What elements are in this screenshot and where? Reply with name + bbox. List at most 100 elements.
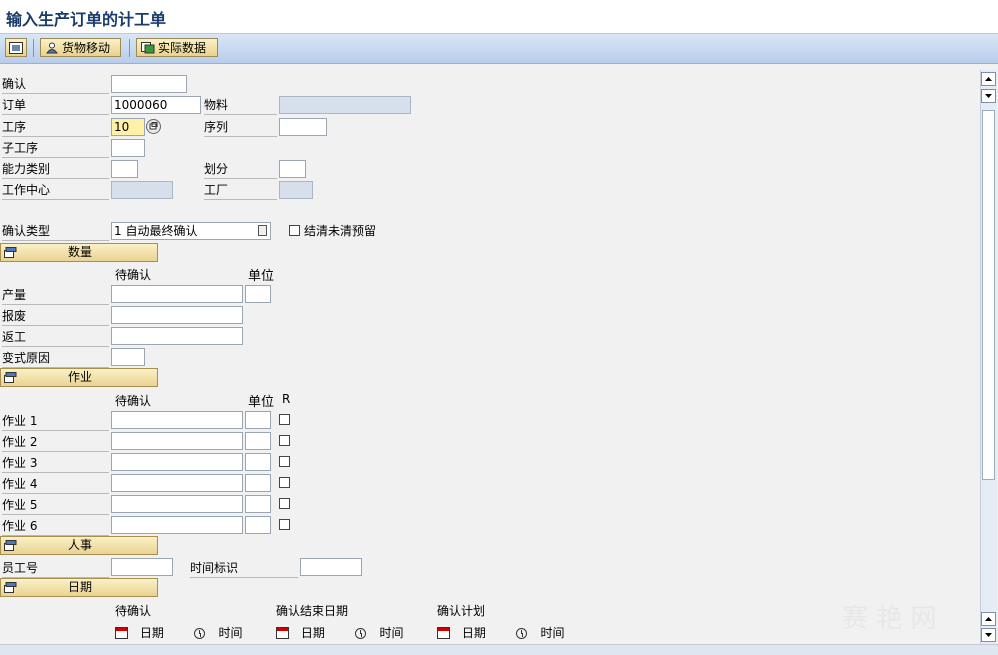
quantities-section-label: 数量 (67, 245, 92, 259)
operation-label: 工序 (2, 118, 109, 137)
activity-input[interactable] (111, 411, 243, 429)
time-id-label: 时间标识 (190, 559, 298, 578)
calendar-icon[interactable] (437, 627, 450, 639)
clear-reservations-checkbox[interactable] (289, 225, 300, 236)
date-time-confirmed-plan: 日期 时间 (437, 624, 565, 641)
activity-input[interactable] (111, 495, 243, 513)
split-label: 划分 (204, 160, 277, 179)
page-title: 输入生产订单的计工单 (6, 10, 167, 29)
material-field (279, 96, 411, 114)
scroll-up-button[interactable] (981, 72, 996, 86)
window-icon (9, 41, 23, 54)
clock-icon[interactable] (193, 628, 205, 639)
yield-input[interactable] (111, 285, 243, 303)
confirmation-input[interactable] (111, 75, 187, 93)
plant-field (279, 181, 313, 199)
activity-label: 作业 4 (2, 475, 109, 494)
plant-label: 工厂 (204, 181, 277, 200)
clock-icon[interactable] (515, 628, 527, 639)
clock-icon[interactable] (354, 628, 366, 639)
capacity-category-label: 能力类别 (2, 160, 109, 179)
goods-movement-button[interactable]: 货物移动 (40, 38, 121, 57)
work-center-label: 工作中心 (2, 181, 109, 200)
time-label: 时间 (540, 626, 565, 640)
activity-r-checkbox[interactable] (279, 519, 290, 530)
scrap-input[interactable] (111, 306, 243, 324)
qty-col-to-confirm: 待确认 (115, 268, 152, 282)
sequence-input[interactable] (279, 118, 327, 136)
activity-label: 作业 3 (2, 454, 109, 473)
activity-r-checkbox[interactable] (279, 456, 290, 467)
activity-unit-input[interactable] (245, 516, 271, 534)
scrap-label: 报废 (2, 307, 109, 326)
calendar-icon[interactable] (115, 627, 128, 639)
split-input[interactable] (279, 160, 306, 178)
confirmation-type-label: 确认类型 (2, 222, 109, 241)
activity-unit-input[interactable] (245, 411, 271, 429)
scroll-thumb[interactable] (982, 110, 995, 480)
watermark-logo: 赛 艳 网 (842, 604, 937, 634)
scroll-down-button[interactable] (981, 628, 996, 642)
act-col-unit: 单位 (248, 395, 275, 410)
confirmation-type-select[interactable]: 1 自动最终确认 (111, 222, 271, 240)
actual-data-button[interactable]: 实际数据 (136, 38, 218, 57)
act-col-r: R (282, 392, 291, 406)
dates-col-to-confirm: 待确认 (115, 604, 152, 618)
activity-input[interactable] (111, 474, 243, 492)
quantities-section-toggle[interactable]: 数量 (0, 243, 158, 262)
rework-input[interactable] (111, 327, 243, 345)
arrow-down-icon (985, 94, 992, 98)
activity-input[interactable] (111, 516, 243, 534)
sequence-label: 序列 (204, 118, 277, 137)
person-icon (45, 41, 59, 54)
activity-label: 作业 5 (2, 496, 109, 515)
activities-section-toggle[interactable]: 作业 (0, 368, 158, 387)
confirmation-type-value: 1 自动最终确认 (114, 224, 198, 238)
activity-r-checkbox[interactable] (279, 435, 290, 446)
toolbar-separator (129, 39, 130, 57)
overview-button[interactable] (5, 38, 27, 57)
activity-unit-input[interactable] (245, 432, 271, 450)
arrow-up-icon (985, 77, 992, 81)
time-label: 时间 (218, 626, 243, 640)
variance-reason-input[interactable] (111, 348, 145, 366)
activity-unit-input[interactable] (245, 453, 271, 471)
activity-label: 作业 2 (2, 433, 109, 452)
application-toolbar: 货物移动 实际数据 (0, 34, 998, 64)
activity-input[interactable] (111, 432, 243, 450)
personnel-section-toggle[interactable]: 人事 (0, 536, 158, 555)
goods-movement-label: 货物移动 (62, 41, 111, 55)
arrow-up-icon (985, 617, 992, 621)
dropdown-list-icon (258, 225, 267, 236)
capacity-category-input[interactable] (111, 160, 138, 178)
activity-unit-input[interactable] (245, 474, 271, 492)
yield-unit-input[interactable] (245, 285, 271, 303)
dates-section-label: 日期 (67, 580, 92, 594)
dates-col-confirmed-plan: 确认计划 (437, 604, 486, 618)
arrow-down-icon (985, 633, 992, 637)
date-label: 日期 (461, 626, 486, 640)
activity-r-checkbox[interactable] (279, 477, 290, 488)
vertical-scrollbar[interactable] (980, 70, 997, 644)
operation-search-help-button[interactable] (146, 119, 161, 134)
activity-r-checkbox[interactable] (279, 498, 290, 509)
suboperation-input[interactable] (111, 139, 145, 157)
dates-col-confirmed-finish: 确认结束日期 (276, 604, 349, 618)
scroll-page-down-button[interactable] (981, 89, 996, 103)
calendar-icon[interactable] (276, 627, 289, 639)
operation-input[interactable]: 10 (111, 118, 145, 136)
confirmation-form: 确认 订单 1000060 物料 工序 10 序列 子工序 能力类别 划分 工作… (0, 64, 978, 642)
personnel-number-input[interactable] (111, 558, 173, 576)
yield-label: 产量 (2, 286, 109, 305)
activity-input[interactable] (111, 453, 243, 471)
actual-data-label: 实际数据 (158, 41, 207, 55)
activity-unit-input[interactable] (245, 495, 271, 513)
activity-label: 作业 6 (2, 517, 109, 536)
dates-section-toggle[interactable]: 日期 (0, 578, 158, 597)
clear-reservations-label: 结清未清预留 (304, 224, 377, 238)
activity-r-checkbox[interactable] (279, 414, 290, 425)
scroll-page-up-button[interactable] (981, 612, 996, 626)
time-id-input[interactable] (300, 558, 362, 576)
suboperation-label: 子工序 (2, 139, 109, 158)
order-input[interactable]: 1000060 (111, 96, 201, 114)
